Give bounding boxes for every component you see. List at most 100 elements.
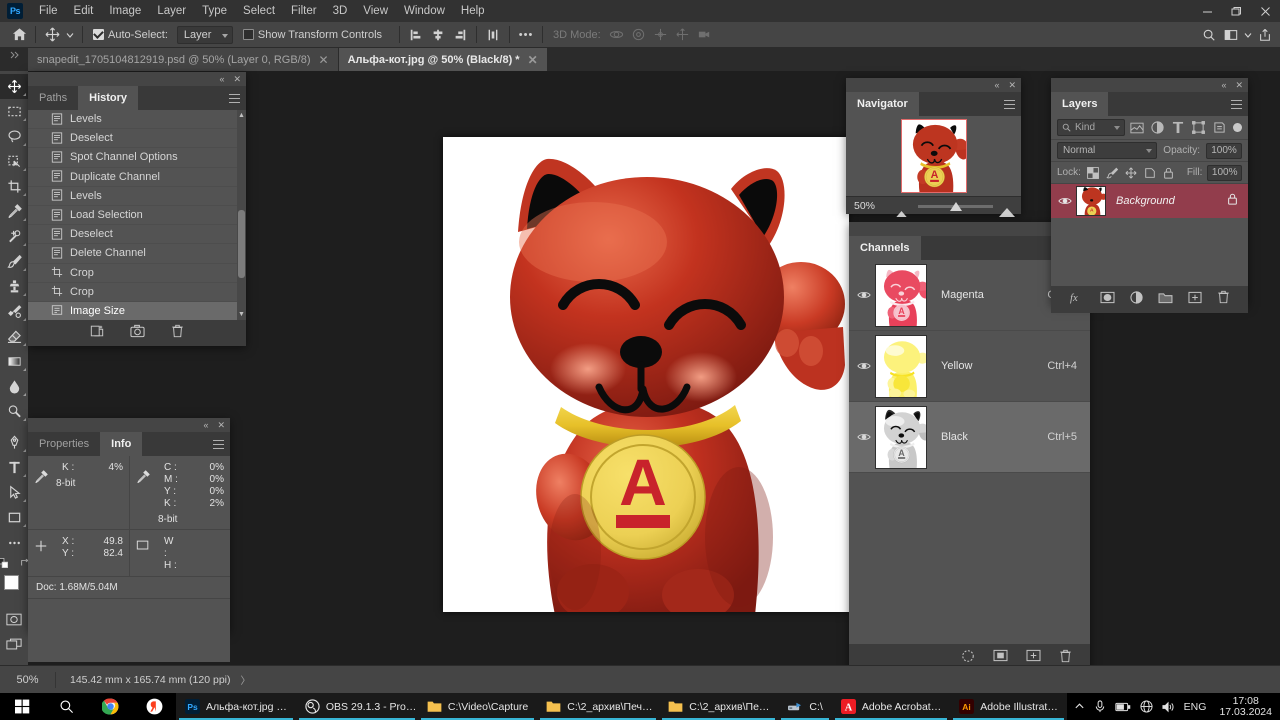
status-expand-icon[interactable]: 〉 [241, 672, 251, 687]
tab-navigator[interactable]: Navigator [846, 92, 919, 116]
history-item[interactable]: Levels [28, 110, 246, 130]
align-left-edges-icon[interactable] [405, 24, 427, 46]
rectangular-marquee-tool[interactable] [0, 99, 28, 124]
channel-row-black[interactable]: A Black Ctrl+5 [849, 402, 1090, 473]
history-scrollbar[interactable]: ▲ ▼ [237, 110, 246, 320]
3d-roll-icon[interactable] [628, 24, 650, 46]
lasso-tool[interactable] [0, 124, 28, 149]
eye-icon[interactable] [853, 432, 875, 442]
close-icon[interactable]: ✕ [233, 74, 241, 84]
align-horizontal-centers-icon[interactable] [427, 24, 449, 46]
document-tab-snapedit[interactable]: snapedit_1705104812919.psd @ 50% (Layer … [28, 48, 339, 71]
close-icon[interactable]: ✕ [319, 54, 329, 66]
lock-position-icon[interactable] [1124, 165, 1138, 180]
taskbar-app-video-capture[interactable]: C:\Video\Capture [417, 693, 538, 720]
menu-item-edit[interactable]: Edit [66, 2, 102, 20]
eye-icon[interactable] [1054, 196, 1076, 206]
volume-icon[interactable] [1162, 701, 1175, 713]
language-indicator[interactable]: ENG [1184, 701, 1207, 713]
share-icon[interactable] [1254, 24, 1276, 46]
history-source-toggle[interactable] [34, 152, 45, 163]
auto-select-checkbox[interactable]: Auto-Select: [93, 29, 168, 41]
zoom-out-icon[interactable] [896, 204, 907, 222]
close-icon[interactable]: ✕ [1008, 80, 1016, 90]
layer-filter-kind-dropdown[interactable]: Kind [1057, 119, 1126, 136]
delete-state-icon[interactable] [171, 324, 184, 343]
history-item-selected[interactable]: Image Size [28, 301, 246, 320]
lock-artboard-icon[interactable] [1143, 165, 1157, 180]
panel-menu-icon[interactable] [1231, 100, 1242, 109]
show-transform-controls-checkbox[interactable]: Show Transform Controls [242, 29, 382, 41]
menu-item-3d[interactable]: 3D [325, 2, 356, 20]
3d-camera-icon[interactable] [694, 24, 716, 46]
tab-info[interactable]: Info [100, 432, 143, 456]
workspace-icon[interactable] [1220, 24, 1242, 46]
close-icon[interactable]: ✕ [1235, 80, 1243, 90]
shape-layer-filter-icon[interactable] [1190, 119, 1206, 136]
panel-menu-icon[interactable] [1004, 100, 1015, 109]
new-layer-icon[interactable] [1187, 291, 1202, 309]
panel-menu-icon[interactable] [213, 440, 224, 449]
menu-item-help[interactable]: Help [453, 2, 493, 20]
windows-start-icon[interactable] [0, 693, 44, 720]
group-icon[interactable] [1158, 291, 1173, 309]
collapse-icon[interactable]: « [219, 74, 224, 84]
history-item[interactable]: Crop [28, 264, 246, 283]
document-tab-alfa-kot[interactable]: Альфа-кот.jpg @ 50% (Black/8) * ✕ [338, 48, 548, 71]
navigator-zoom-slider[interactable] [890, 197, 1021, 217]
history-source-toggle[interactable] [34, 286, 45, 297]
menu-item-image[interactable]: Image [101, 2, 149, 20]
history-item[interactable]: Deselect [28, 129, 246, 149]
brush-tool[interactable] [0, 249, 28, 274]
menu-item-layer[interactable]: Layer [149, 2, 194, 20]
minimize-button[interactable] [1193, 0, 1222, 22]
create-snapshot-icon[interactable] [130, 324, 145, 343]
align-right-edges-icon[interactable] [449, 24, 471, 46]
channel-row-yellow[interactable]: Yellow Ctrl+4 [849, 331, 1090, 402]
taskbar-app-acrobat[interactable]: A Adobe Acrobat… [831, 693, 951, 720]
collapse-icon[interactable]: « [203, 420, 208, 430]
history-item[interactable]: Duplicate Channel [28, 168, 246, 187]
lock-image-pixels-icon[interactable] [1105, 165, 1119, 180]
microphone-icon[interactable] [1094, 700, 1106, 713]
move-tool[interactable] [0, 74, 28, 99]
more-tools-button[interactable] [0, 530, 28, 555]
layer-style-icon[interactable]: fx [1070, 291, 1085, 309]
fill-value[interactable]: 100% [1207, 164, 1243, 181]
eye-icon[interactable] [853, 361, 875, 371]
eraser-tool[interactable] [0, 324, 28, 349]
tool-preset-chevron-down-icon[interactable] [63, 24, 77, 46]
layer-row-background[interactable]: A Background [1051, 184, 1248, 218]
color-swatches[interactable] [0, 573, 28, 603]
search-icon[interactable] [1198, 24, 1220, 46]
history-source-toggle[interactable] [34, 210, 45, 221]
layers-list[interactable]: A Background [1051, 184, 1248, 286]
taskbar-chrome-icon[interactable] [88, 693, 132, 720]
close-icon[interactable]: ✕ [217, 420, 225, 430]
dodge-tool[interactable] [0, 399, 28, 424]
foreground-color-swatch[interactable] [4, 575, 19, 590]
collapse-icon[interactable]: « [994, 80, 999, 90]
history-source-toggle[interactable] [34, 133, 45, 144]
history-item[interactable]: Delete Channel [28, 244, 246, 264]
history-source-toggle[interactable] [34, 305, 45, 316]
battery-icon[interactable] [1115, 702, 1131, 712]
pen-tool[interactable] [0, 430, 28, 455]
history-source-toggle[interactable] [34, 267, 45, 278]
menu-item-select[interactable]: Select [235, 2, 283, 20]
close-icon[interactable]: ✕ [528, 54, 538, 66]
rectangle-tool[interactable] [0, 505, 28, 530]
more-options-icon[interactable]: ••• [515, 24, 537, 46]
type-layer-filter-icon[interactable] [1170, 119, 1186, 136]
history-source-toggle[interactable] [34, 171, 45, 182]
tab-layers[interactable]: Layers [1051, 92, 1109, 116]
tab-channels[interactable]: Channels [849, 236, 921, 260]
filter-enable-toggle[interactable] [1233, 123, 1243, 132]
menu-item-file[interactable]: File [31, 2, 66, 20]
zoom-in-icon[interactable] [999, 204, 1015, 222]
history-item[interactable]: Deselect [28, 225, 246, 245]
taskbar-search-icon[interactable] [44, 693, 88, 720]
workspace-chevron-down-icon[interactable] [1242, 24, 1254, 46]
tab-paths[interactable]: Paths [28, 86, 79, 110]
taskbar-app-archive-1[interactable]: C:\2_архив\Печ… [537, 693, 660, 720]
